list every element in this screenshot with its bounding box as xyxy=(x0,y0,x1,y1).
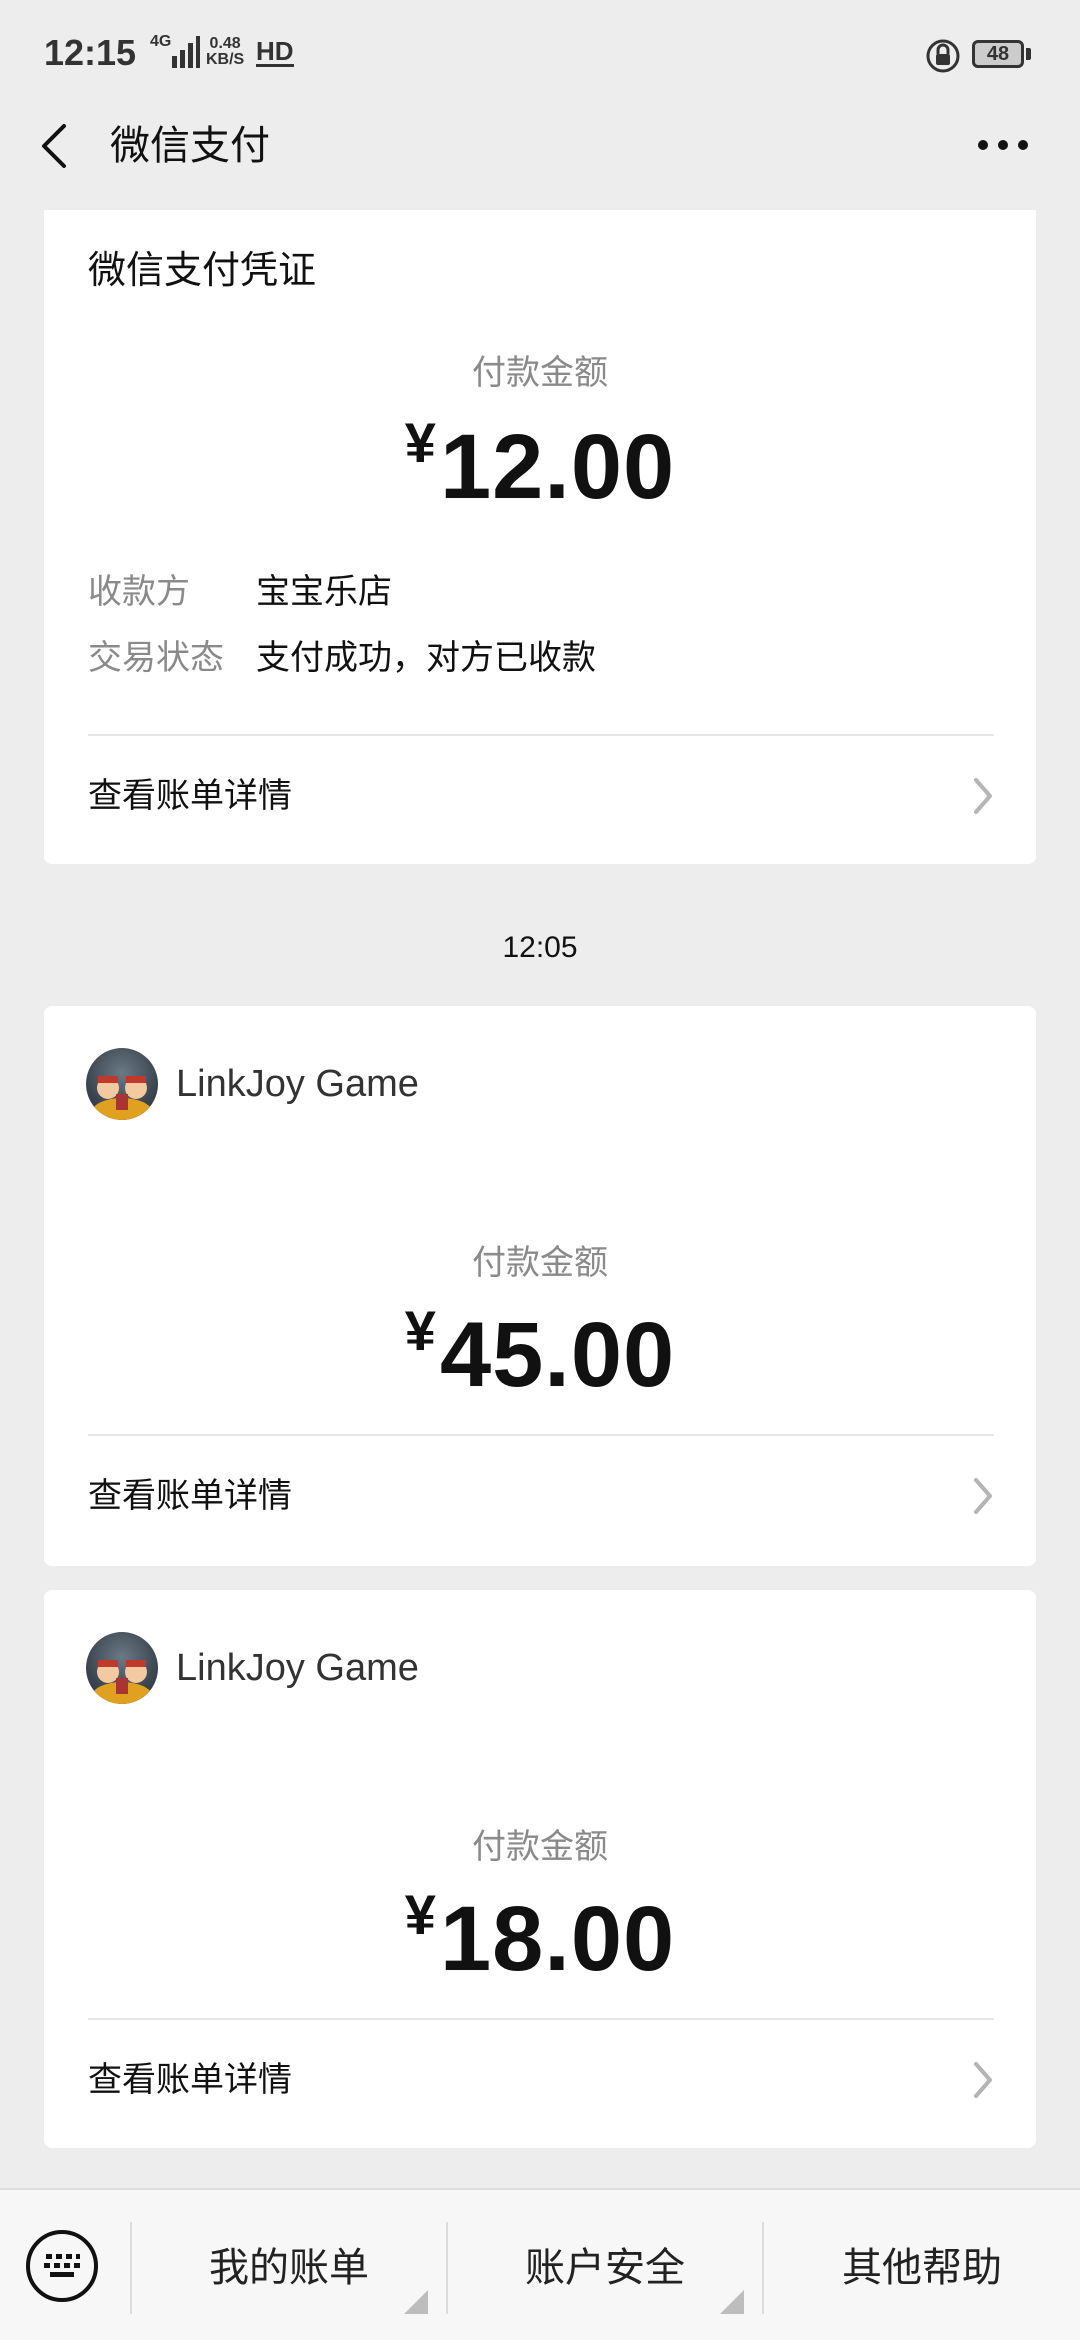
status-label: 交易状态 xyxy=(88,638,224,678)
signal-icon xyxy=(172,36,200,68)
view-bill-details-link[interactable]: 查看账单详情 xyxy=(88,1472,292,1520)
merchant-avatar xyxy=(86,1048,158,1120)
game-logo-icon xyxy=(92,1076,152,1120)
back-arrow-icon[interactable] xyxy=(36,120,72,172)
merchant-avatar xyxy=(86,1632,158,1704)
amount-value: 45.00 xyxy=(439,1304,676,1406)
menu-account-security[interactable]: 账户安全 xyxy=(448,2240,762,2296)
submenu-indicator xyxy=(720,2290,744,2314)
speed-unit: KB/S xyxy=(206,51,245,68)
status-value: 支付成功，对方已收款 xyxy=(256,638,596,678)
keyboard-icon xyxy=(44,2254,80,2277)
merchant-name: LinkJoy Game xyxy=(176,1063,419,1105)
page-title: 微信支付 xyxy=(110,123,270,169)
rotation-lock-icon xyxy=(926,39,960,73)
merchant-name: LinkJoy Game xyxy=(176,1647,419,1689)
currency-symbol: ¥ xyxy=(404,411,436,474)
battery-icon: 48 xyxy=(972,40,1024,68)
chevron-right-icon xyxy=(974,1478,992,1514)
divider xyxy=(88,1434,994,1436)
battery-tip xyxy=(1026,48,1031,60)
payment-amount: ¥45.00 xyxy=(0,1276,1080,1437)
status-bar xyxy=(0,0,1080,110)
currency-symbol: ¥ xyxy=(404,1883,436,1946)
keyboard-toggle-button[interactable] xyxy=(26,2230,98,2302)
chevron-right-icon xyxy=(974,778,992,814)
view-bill-details-link[interactable]: 查看账单详情 xyxy=(88,772,292,820)
payment-amount: ¥12.00 xyxy=(0,388,1080,549)
more-icon[interactable] xyxy=(976,138,1030,152)
amount-value: 12.00 xyxy=(439,416,676,518)
divider xyxy=(88,734,994,736)
status-time: 12:15 xyxy=(44,32,137,73)
currency-symbol: ¥ xyxy=(404,1299,436,1362)
menu-other-help[interactable]: 其他帮助 xyxy=(764,2240,1080,2296)
payee-label: 收款方 xyxy=(88,572,190,612)
game-logo-icon xyxy=(92,1660,152,1704)
menu-my-bills[interactable]: 我的账单 xyxy=(132,2240,446,2296)
payee-value: 宝宝乐店 xyxy=(256,572,392,612)
divider xyxy=(88,2018,994,2020)
network-speed: 0.48 KB/S xyxy=(206,36,244,68)
hd-icon: HD xyxy=(256,36,294,67)
timestamp: 12:05 xyxy=(502,931,578,964)
payment-amount: ¥18.00 xyxy=(0,1860,1080,2021)
chevron-right-icon xyxy=(974,2062,992,2098)
amount-value: 18.00 xyxy=(439,1888,676,1990)
speed-value: 0.48 xyxy=(209,35,241,52)
network-type: 4G xyxy=(150,33,172,50)
submenu-indicator xyxy=(404,2290,428,2314)
view-bill-details-link[interactable]: 查看账单详情 xyxy=(88,2056,292,2104)
card-title: 微信支付凭证 xyxy=(88,248,317,292)
